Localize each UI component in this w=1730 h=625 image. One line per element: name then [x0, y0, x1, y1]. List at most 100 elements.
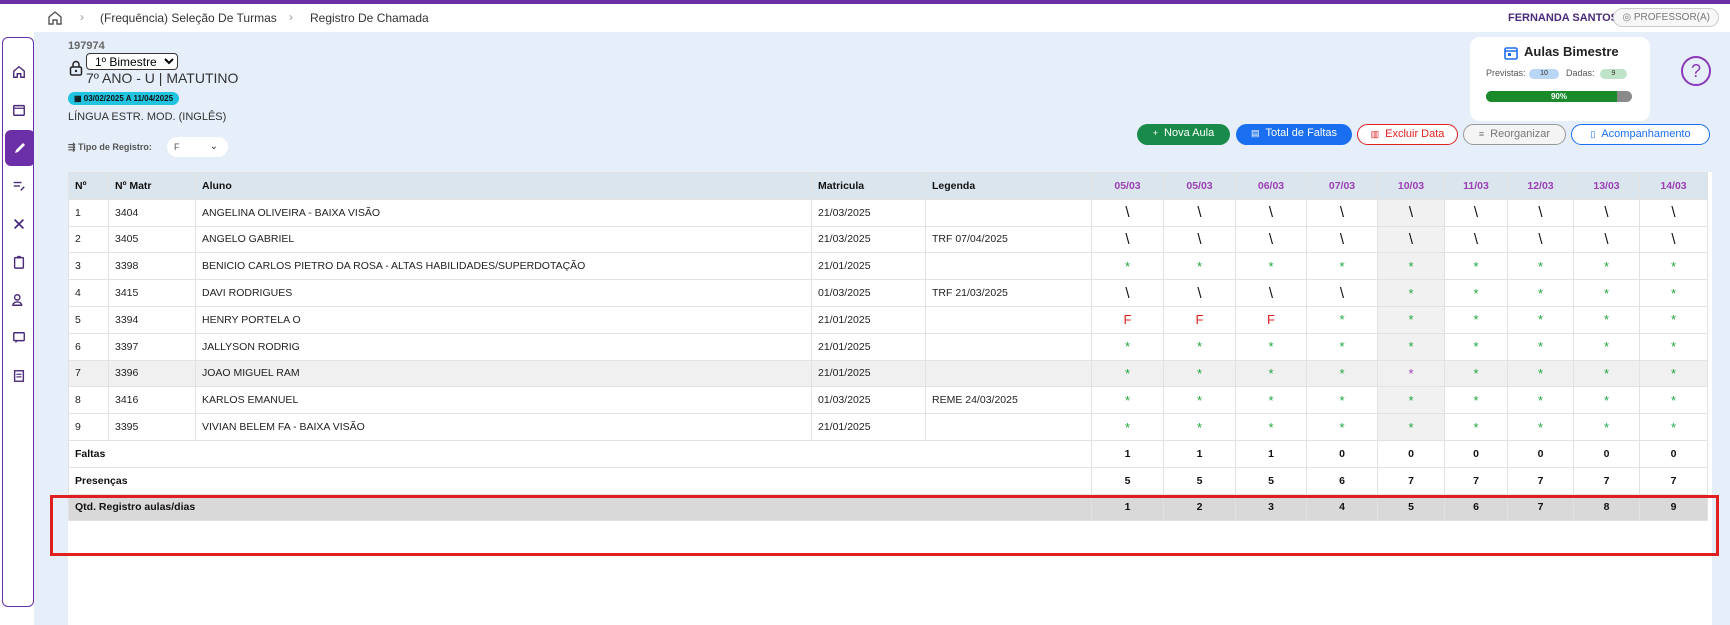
cell-attendance[interactable]: \ — [1163, 225, 1236, 254]
cell-attendance[interactable]: * — [1235, 413, 1307, 441]
cell-attendance[interactable]: * — [1639, 386, 1708, 415]
cell-attendance[interactable]: * — [1306, 332, 1378, 361]
cell-attendance[interactable]: * — [1306, 359, 1378, 388]
cell-attendance[interactable]: \ — [1507, 198, 1574, 227]
cell-attendance[interactable]: * — [1444, 305, 1508, 334]
cell-attendance[interactable]: * — [1306, 386, 1378, 415]
sidebar-home-icon[interactable] — [9, 62, 29, 82]
reorganizar-button[interactable]: ≡ Reorganizar — [1463, 124, 1566, 145]
cell-attendance[interactable]: * — [1377, 359, 1445, 388]
cell-attendance[interactable]: * — [1235, 252, 1307, 281]
header-date[interactable]: 05/03 — [1091, 172, 1164, 200]
cell-attendance[interactable]: * — [1639, 332, 1708, 361]
help-icon[interactable]: ? — [1681, 56, 1711, 86]
nova-aula-button[interactable]: + Nova Aula — [1137, 124, 1230, 145]
cell-attendance[interactable]: \ — [1573, 198, 1640, 227]
cell-attendance[interactable]: * — [1444, 359, 1508, 388]
cell-attendance[interactable]: \ — [1091, 198, 1164, 227]
cell-attendance[interactable]: \ — [1507, 225, 1574, 254]
cell-attendance[interactable]: \ — [1163, 198, 1236, 227]
cell-attendance[interactable]: * — [1573, 252, 1640, 281]
sidebar-teacher-icon[interactable] — [9, 290, 29, 310]
header-n[interactable]: Nº — [68, 172, 109, 200]
sidebar-clipboard-icon[interactable] — [9, 252, 29, 272]
header-date[interactable]: 07/03 — [1306, 172, 1378, 200]
cell-attendance[interactable]: * — [1091, 386, 1164, 415]
cell-attendance[interactable]: * — [1639, 305, 1708, 334]
cell-attendance[interactable]: * — [1091, 332, 1164, 361]
header-date[interactable]: 14/03 — [1639, 172, 1708, 200]
cell-attendance[interactable]: * — [1235, 359, 1307, 388]
cell-attendance[interactable]: * — [1377, 332, 1445, 361]
cell-attendance[interactable]: \ — [1306, 225, 1378, 254]
total-faltas-button[interactable]: ▤ Total de Faltas — [1236, 124, 1352, 145]
cell-attendance[interactable]: * — [1306, 305, 1378, 334]
header-date[interactable]: 12/03 — [1507, 172, 1574, 200]
cell-attendance[interactable]: * — [1306, 252, 1378, 281]
cell-attendance[interactable]: \ — [1091, 279, 1164, 307]
cell-attendance[interactable]: \ — [1573, 225, 1640, 254]
cell-attendance[interactable]: * — [1163, 359, 1236, 388]
cell-attendance[interactable]: * — [1235, 332, 1307, 361]
cell-attendance[interactable]: * — [1377, 413, 1445, 441]
cell-attendance[interactable]: * — [1639, 413, 1708, 441]
cell-attendance[interactable]: \ — [1444, 198, 1508, 227]
cell-attendance[interactable]: * — [1507, 279, 1574, 307]
cell-attendance[interactable]: \ — [1377, 198, 1445, 227]
cell-attendance[interactable]: \ — [1377, 225, 1445, 254]
cell-attendance[interactable]: \ — [1235, 225, 1307, 254]
cell-attendance[interactable]: * — [1507, 252, 1574, 281]
cell-attendance[interactable]: * — [1377, 305, 1445, 334]
cell-attendance[interactable]: * — [1091, 252, 1164, 281]
cell-attendance[interactable]: * — [1163, 252, 1236, 281]
cell-attendance[interactable]: \ — [1235, 198, 1307, 227]
cell-attendance[interactable]: \ — [1091, 225, 1164, 254]
cell-attendance[interactable]: * — [1163, 332, 1236, 361]
cell-attendance[interactable]: \ — [1163, 279, 1236, 307]
cell-attendance[interactable]: \ — [1639, 225, 1708, 254]
cell-attendance[interactable]: * — [1377, 252, 1445, 281]
cell-attendance[interactable]: * — [1444, 252, 1508, 281]
acompanhamento-button[interactable]: ▯ Acompanhamento — [1571, 124, 1710, 145]
cell-attendance[interactable]: * — [1573, 386, 1640, 415]
cell-attendance[interactable]: * — [1444, 413, 1508, 441]
cell-attendance[interactable]: F — [1091, 305, 1164, 334]
cell-attendance[interactable]: * — [1163, 413, 1236, 441]
cell-attendance[interactable]: * — [1306, 413, 1378, 441]
header-aluno[interactable]: Aluno — [195, 172, 812, 200]
cell-attendance[interactable]: * — [1639, 359, 1708, 388]
cell-attendance[interactable]: * — [1507, 305, 1574, 334]
role-badge[interactable]: ◎ PROFESSOR(A) — [1613, 8, 1719, 27]
cell-attendance[interactable]: * — [1573, 359, 1640, 388]
cell-attendance[interactable]: * — [1639, 279, 1708, 307]
cell-attendance[interactable]: \ — [1235, 279, 1307, 307]
cell-attendance[interactable]: * — [1573, 305, 1640, 334]
header-date[interactable]: 13/03 — [1573, 172, 1640, 200]
cell-attendance[interactable]: * — [1573, 279, 1640, 307]
cell-attendance[interactable]: * — [1573, 332, 1640, 361]
excluir-data-button[interactable]: ▥ Excluir Data — [1357, 124, 1458, 145]
header-legenda[interactable]: Legenda — [925, 172, 1092, 200]
cell-attendance[interactable]: \ — [1444, 225, 1508, 254]
cell-attendance[interactable]: * — [1573, 413, 1640, 441]
cell-attendance[interactable]: * — [1444, 332, 1508, 361]
breadcrumb-turmas[interactable]: (Frequência) Seleção De Turmas — [100, 11, 277, 25]
cell-attendance[interactable]: * — [1507, 332, 1574, 361]
cell-attendance[interactable]: \ — [1639, 198, 1708, 227]
cell-attendance[interactable]: * — [1444, 279, 1508, 307]
sidebar-report-icon[interactable] — [9, 366, 29, 386]
cell-attendance[interactable]: * — [1639, 252, 1708, 281]
home-icon[interactable] — [47, 10, 63, 26]
header-date[interactable]: 05/03 — [1163, 172, 1236, 200]
header-matr[interactable]: Nº Matr — [108, 172, 196, 200]
cell-attendance[interactable]: * — [1091, 413, 1164, 441]
register-type-select[interactable]: F ⌄ — [167, 137, 228, 157]
cell-attendance[interactable]: * — [1091, 359, 1164, 388]
header-matricula[interactable]: Matricula — [811, 172, 926, 200]
cell-attendance[interactable]: \ — [1306, 279, 1378, 307]
cell-attendance[interactable]: * — [1235, 386, 1307, 415]
cell-attendance[interactable]: F — [1235, 305, 1307, 334]
sidebar-registro-icon[interactable] — [5, 130, 35, 166]
header-date[interactable]: 06/03 — [1235, 172, 1307, 200]
bimester-select[interactable]: 1º Bimestre — [86, 53, 178, 70]
